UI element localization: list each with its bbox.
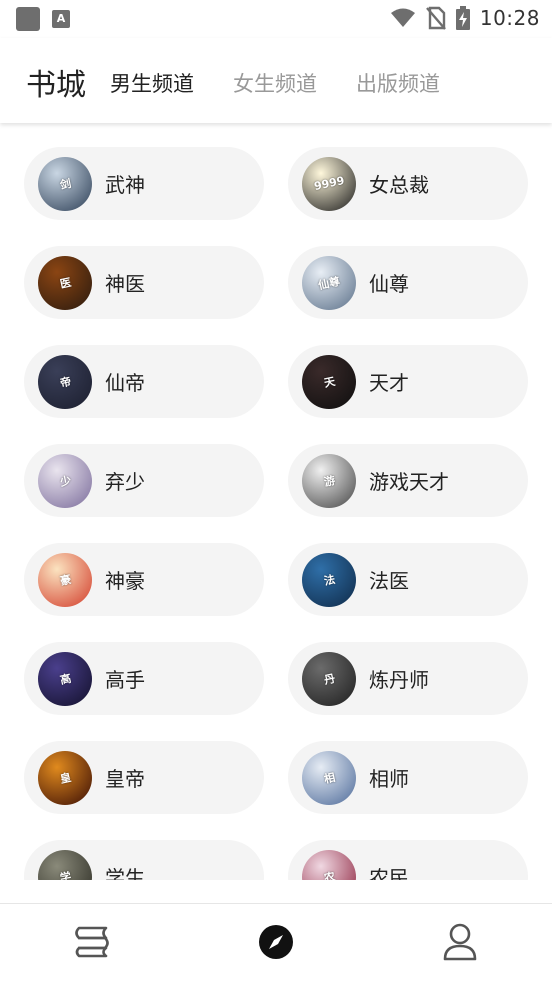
book-cover-thumbnail: 高 [38,651,92,706]
category-label: 仙帝 [105,371,145,395]
book-cover-thumbnail: 少 [38,453,92,508]
category-item[interactable]: 丹 炼丹师 [288,642,528,715]
tab-publishing-channel[interactable]: 出版频道 [356,68,440,98]
page-title: 书城 [26,68,86,103]
bottom-navigation [0,903,552,981]
book-cover-thumbnail: 游 [302,453,356,508]
category-item[interactable]: 皇 皇帝 [24,741,264,814]
nav-profile[interactable] [440,922,480,962]
nav-discover[interactable] [256,922,296,962]
category-label: 相师 [369,767,409,791]
book-cover-thumbnail: 豪 [38,552,92,607]
category-label: 神豪 [105,569,145,593]
cover-text: 9999 [312,173,346,194]
category-item[interactable]: 剑 武神 [24,147,264,220]
category-item[interactable]: 法 法医 [288,543,528,616]
category-item[interactable]: 仙尊 仙尊 [288,246,528,319]
category-label: 法医 [369,569,409,593]
cover-text: 剑 [58,176,72,192]
category-item[interactable]: 学 学生 [24,840,264,880]
category-item[interactable]: 9999 女总裁 [288,147,528,220]
top-header: 书城 男生频道 女生频道 出版频道 [0,38,552,123]
book-cover-thumbnail: 医 [38,255,92,310]
category-label: 农民 [369,866,409,880]
book-cover-thumbnail: 帝 [38,354,92,409]
category-grid: 剑 武神 9999 女总裁医 神医 仙尊 仙尊帝 仙帝 天 天才少 弃少 游 游戏天才豪 神豪 法 法医高 高手… [24,147,528,880]
book-cover-thumbnail: 丹 [302,651,356,706]
notification-square-icon [16,7,40,31]
wifi-icon [390,8,415,27]
category-item[interactable]: 相 相师 [288,741,528,814]
category-item[interactable]: 帝 仙帝 [24,345,264,418]
category-label: 学生 [105,866,145,880]
stacked-books-icon [75,926,109,958]
cover-text: 帝 [58,374,72,390]
cover-text: 学 [58,869,72,880]
app-notification-icon: A [52,10,70,28]
category-item[interactable]: 医 神医 [24,246,264,319]
cover-text: 丹 [322,671,336,687]
clock: 10:28 [479,6,540,30]
compass-icon [259,925,293,959]
category-item[interactable]: 少 弃少 [24,444,264,517]
person-icon [443,923,477,961]
book-cover-thumbnail: 农 [302,849,356,880]
book-cover-thumbnail: 9999 [302,156,356,211]
category-label: 神医 [105,272,145,296]
category-label: 武神 [105,173,145,197]
category-label: 游戏天才 [369,470,449,494]
book-cover-thumbnail: 仙尊 [302,255,356,310]
category-item[interactable]: 游 游戏天才 [288,444,528,517]
cover-text: 仙尊 [316,274,342,292]
book-cover-thumbnail: 学 [38,849,92,880]
cover-text: 高 [58,671,72,687]
book-cover-thumbnail: 法 [302,552,356,607]
tab-male-channel[interactable]: 男生频道 [110,68,194,98]
cover-text: 少 [58,473,72,489]
book-cover-thumbnail: 天 [302,354,356,409]
book-cover-thumbnail: 相 [302,750,356,805]
category-item[interactable]: 农 农民 [288,840,528,880]
category-label: 仙尊 [369,272,409,296]
cover-text: 农 [322,869,336,880]
category-label: 炼丹师 [369,668,429,692]
no-sim-icon [425,6,446,30]
category-list[interactable]: 剑 武神 9999 女总裁医 神医 仙尊 仙尊帝 仙帝 天 天才少 弃少 游 游戏天才豪 神豪 法 法医高 高手… [0,123,552,880]
cover-text: 法 [322,572,336,588]
category-label: 弃少 [105,470,145,494]
category-label: 天才 [369,371,409,395]
category-label: 高手 [105,668,145,692]
category-item[interactable]: 高 高手 [24,642,264,715]
cover-text: 天 [322,374,336,390]
cover-text: 医 [58,275,72,291]
category-label: 皇帝 [105,767,145,791]
cover-text: 相 [322,770,336,786]
book-cover-thumbnail: 皇 [38,750,92,805]
category-label: 女总裁 [369,173,429,197]
category-item[interactable]: 天 天才 [288,345,528,418]
status-bar: A 10:28 [0,0,552,38]
category-item[interactable]: 豪 神豪 [24,543,264,616]
battery-charging-icon [455,6,470,30]
nav-bookshelf[interactable] [72,922,112,962]
book-cover-thumbnail: 剑 [38,156,92,211]
cover-text: 游 [322,473,336,489]
cover-text: 豪 [58,572,72,588]
tab-female-channel[interactable]: 女生频道 [233,68,317,98]
cover-text: 皇 [58,770,72,786]
